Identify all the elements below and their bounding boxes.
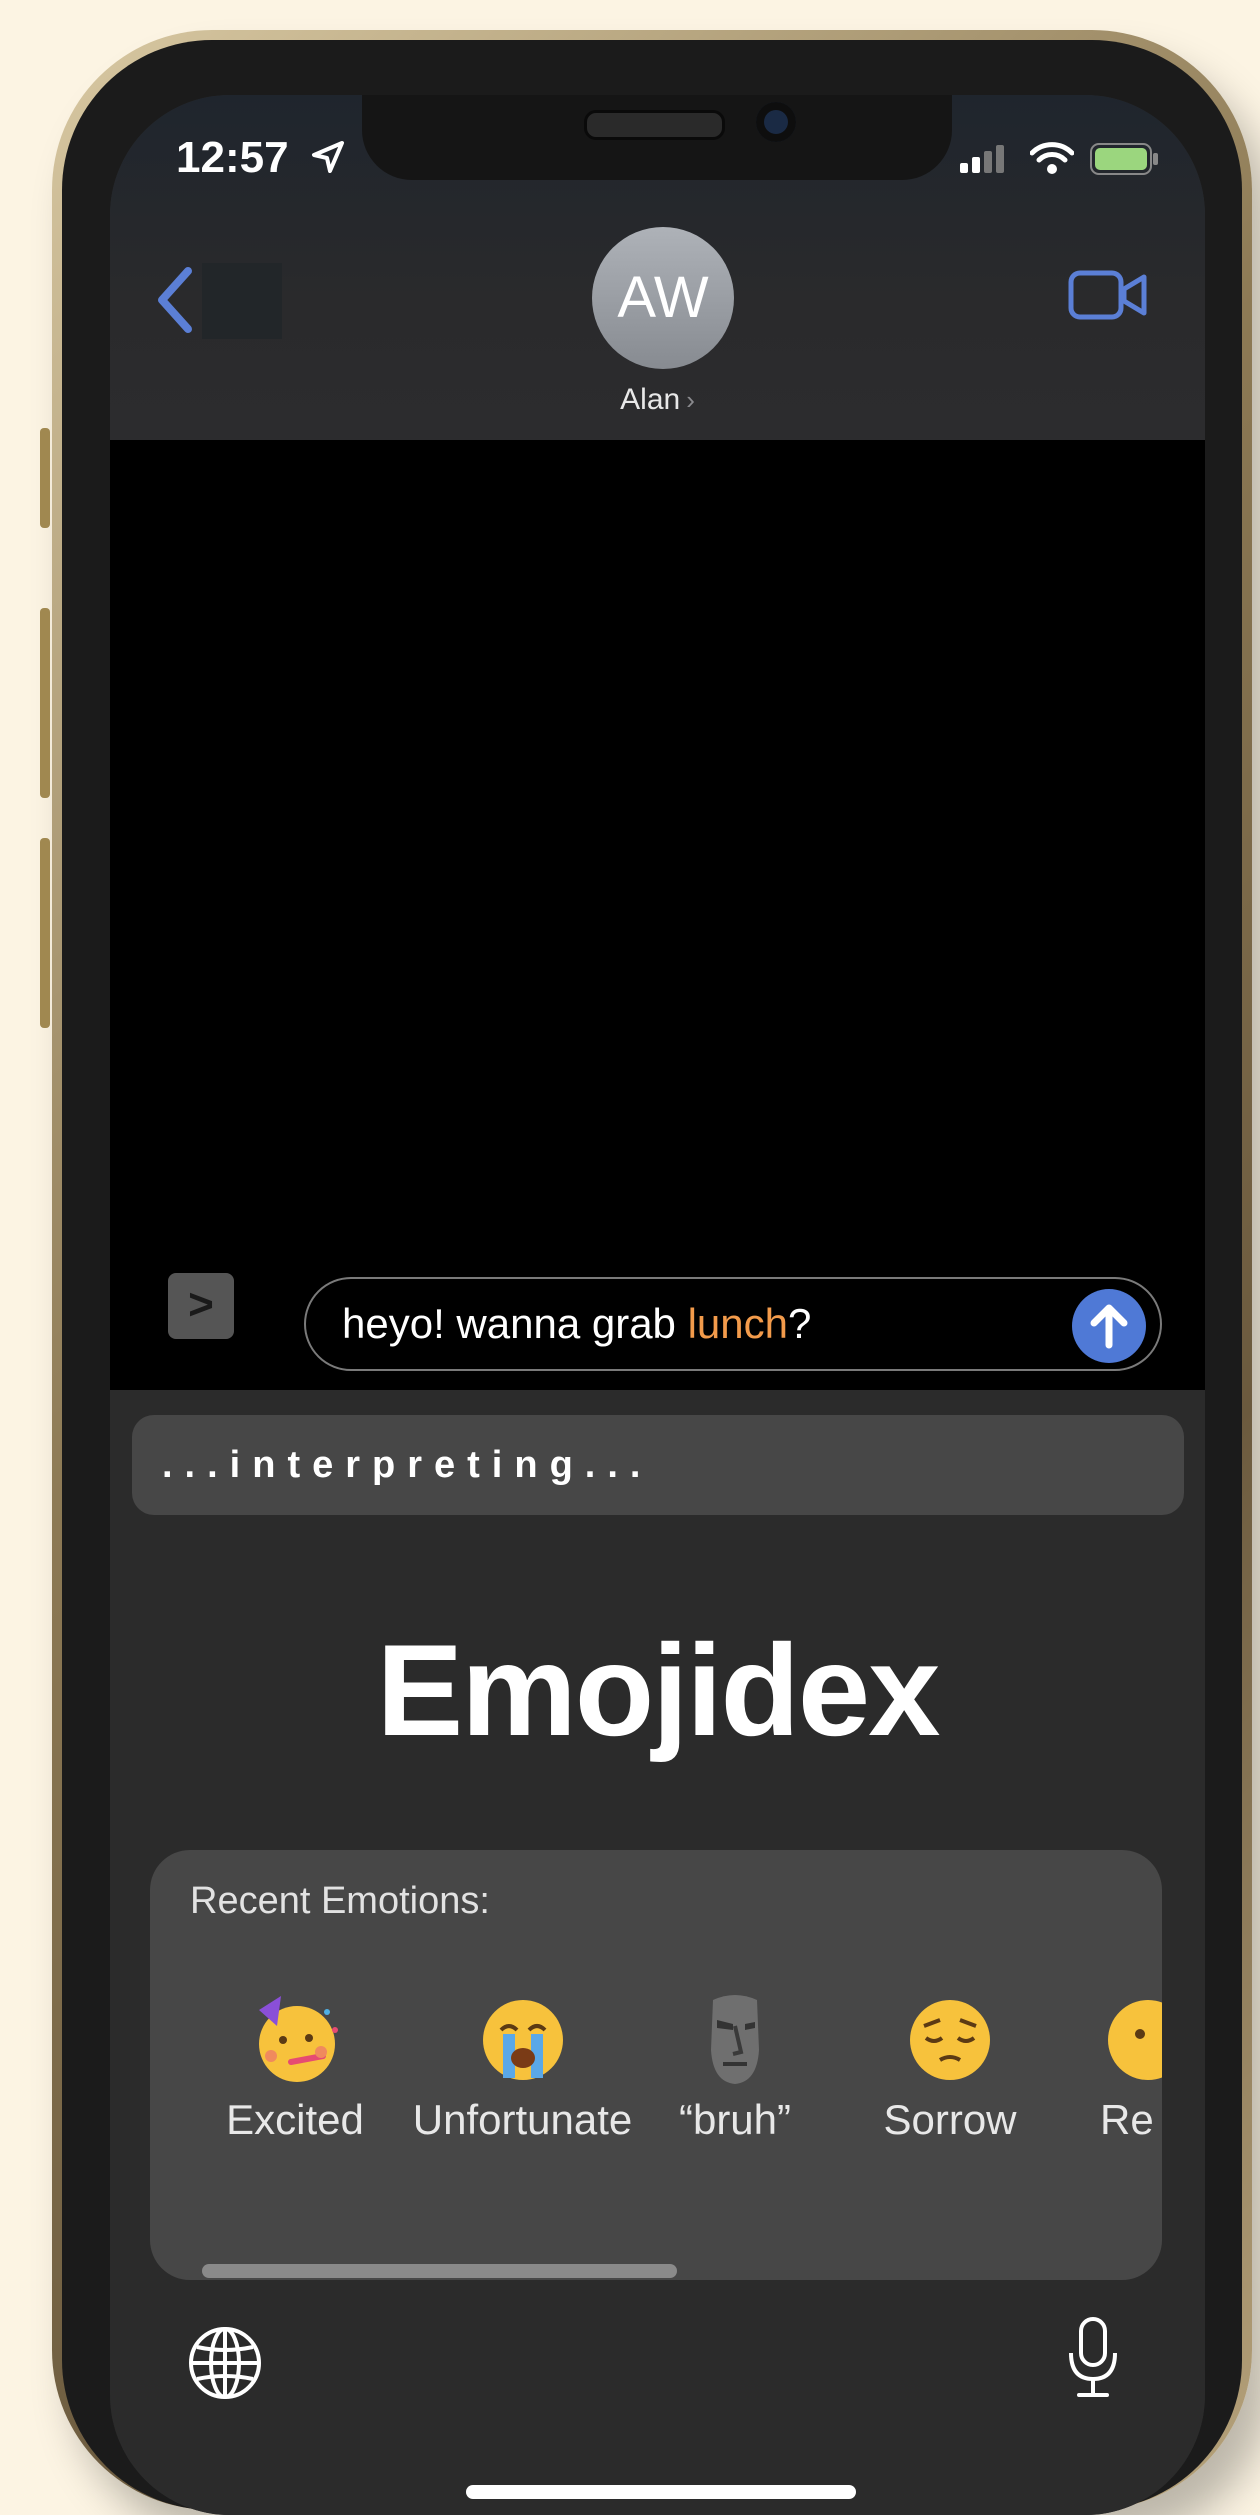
moai-icon <box>711 1995 759 2084</box>
emotion-excited[interactable]: Excited <box>220 1990 370 2144</box>
loudly-crying-face-icon <box>482 2000 563 2080</box>
message-text: heyo! wanna grab <box>342 1300 688 1347</box>
interpreting-status: ...interpreting... <box>132 1415 1184 1515</box>
battery-icon <box>1090 143 1158 175</box>
front-camera <box>756 102 796 142</box>
signal-icon <box>960 145 1004 173</box>
message-text-end: ? <box>787 1300 812 1347</box>
message-area <box>110 440 1205 1390</box>
contact-avatar[interactable]: AW <box>592 227 734 369</box>
emotion-label: Sorrow <box>883 2096 1017 2143</box>
contact-name: Alan <box>620 383 681 416</box>
status-time: 12:57 <box>176 133 289 182</box>
recent-emotions-title: Recent Emotions: <box>190 1880 490 1922</box>
wifi-icon <box>1030 142 1074 174</box>
volume-up-button <box>40 608 50 798</box>
emotion-label: “bruh” <box>678 2096 792 2143</box>
emotion-label: Re <box>1100 2096 1154 2143</box>
emotion-label: Unfortunate <box>412 2096 633 2143</box>
globe-icon[interactable] <box>185 2323 265 2403</box>
highlighted-word: lunch <box>687 1300 788 1347</box>
microphone-icon[interactable] <box>1063 2313 1123 2403</box>
home-indicator[interactable] <box>466 2485 856 2499</box>
screen: 12:57 AW Alan › > heyo! wanna grab lunch? <box>110 95 1205 2515</box>
back-chevron-icon[interactable] <box>152 265 202 335</box>
horizontal-scrollbar[interactable] <box>202 2264 677 2278</box>
arrow-up-icon <box>1090 1304 1128 1349</box>
send-button[interactable] <box>1072 1289 1146 1363</box>
emotion-unfortunate[interactable]: Unfortunate <box>405 1990 640 2144</box>
back-label-redacted[interactable] <box>202 263 282 339</box>
contact-name-row[interactable]: Alan › <box>110 383 1205 417</box>
pensive-face-icon <box>910 2000 990 2080</box>
partying-face-icon <box>259 1996 338 2082</box>
app-drawer-button[interactable]: > <box>168 1273 234 1339</box>
emotion-bruh[interactable]: “bruh” <box>665 1990 805 2144</box>
contact-chevron: › <box>686 385 695 415</box>
video-call-icon[interactable] <box>1068 267 1148 323</box>
mute-switch <box>40 428 50 528</box>
message-input[interactable]: heyo! wanna grab lunch? <box>304 1277 1162 1371</box>
recent-emotions-panel[interactable]: Recent Emotions: Excited Unfortunate “br… <box>150 1850 1162 2280</box>
location-arrow-icon <box>312 141 344 173</box>
notch <box>362 95 952 180</box>
speaker <box>584 110 725 140</box>
partial-face-icon <box>1108 2000 1162 2080</box>
emotion-label: Excited <box>226 2096 364 2143</box>
emotion-sorrow[interactable]: Sorrow <box>870 1990 1030 2144</box>
emotion-partial[interactable]: Re <box>1100 1990 1162 2144</box>
volume-down-button <box>40 838 50 1028</box>
emojidex-logo: Emojidex <box>376 1617 941 1763</box>
